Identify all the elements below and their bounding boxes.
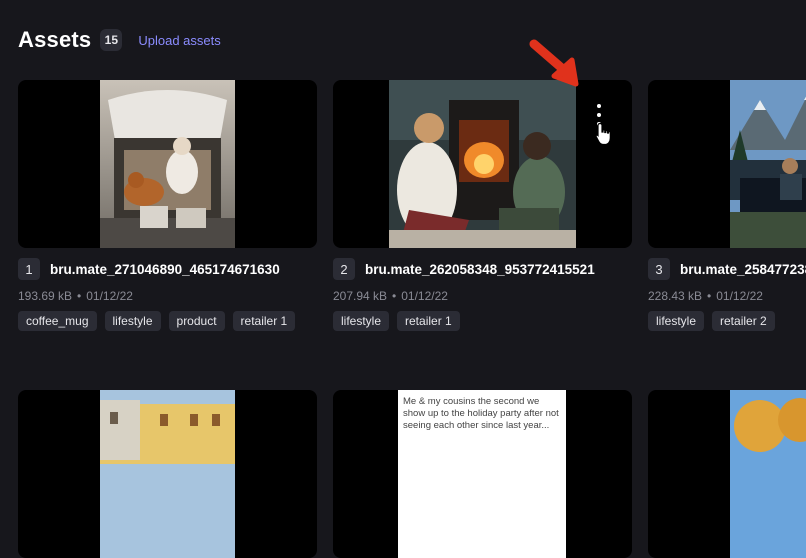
meme-caption: Me & my cousins the second we show up to…	[398, 390, 566, 558]
asset-thumbnail[interactable]	[18, 390, 317, 558]
tag[interactable]: retailer 1	[397, 311, 460, 331]
tag[interactable]: coffee_mug	[18, 311, 97, 331]
asset-index: 1	[18, 258, 40, 280]
tag[interactable]: lifestyle	[648, 311, 705, 331]
meta-separator: •	[77, 289, 82, 303]
asset-name-row: 3 bru.mate_258477238_101583947	[648, 258, 806, 280]
asset-thumbnail[interactable]: Me & my cousins the second we show up to…	[333, 390, 632, 558]
asset-index: 3	[648, 258, 670, 280]
asset-size: 207.94 kB	[333, 289, 388, 303]
asset-size: 193.69 kB	[18, 289, 73, 303]
red-arrow-annotation	[529, 39, 579, 87]
asset-thumbnail[interactable]	[18, 80, 317, 248]
asset-meta: 193.69 kB • 01/12/22	[18, 289, 317, 303]
asset-card-1[interactable]: 1 bru.mate_271046890_465174671630 193.69…	[18, 80, 317, 331]
asset-tags: coffee_mug lifestyle product retailer 1	[18, 311, 317, 331]
asset-meta: 228.43 kB • 01/12/22	[648, 289, 806, 303]
asset-date: 01/12/22	[401, 289, 448, 303]
asset-tags: lifestyle retailer 1	[333, 311, 632, 331]
asset-card-5[interactable]: Me & my cousins the second we show up to…	[333, 390, 632, 558]
asset-card-3[interactable]: 3 bru.mate_258477238_101583947 228.43 kB…	[648, 80, 806, 331]
asset-size: 228.43 kB	[648, 289, 703, 303]
asset-filename[interactable]: bru.mate_262058348_953772415521	[365, 262, 625, 277]
asset-meta: 207.94 kB • 01/12/22	[333, 289, 632, 303]
fireplace-couple-photo	[389, 80, 576, 248]
asset-index: 2	[333, 258, 355, 280]
asset-filename[interactable]: bru.mate_258477238_101583947	[680, 262, 806, 277]
tag[interactable]: lifestyle	[333, 311, 390, 331]
meta-separator: •	[707, 289, 712, 303]
asset-card-4[interactable]	[18, 390, 317, 558]
tag[interactable]: retailer 2	[712, 311, 775, 331]
tag[interactable]: product	[168, 311, 225, 331]
asset-thumbnail[interactable]	[648, 390, 806, 558]
asset-date: 01/12/22	[86, 289, 133, 303]
meme-image: Me & my cousins the second we show up to…	[398, 390, 566, 558]
asset-thumbnail[interactable]	[648, 80, 806, 248]
meta-separator: •	[392, 289, 397, 303]
car-trunk-dog-photo	[100, 80, 235, 248]
asset-card-2[interactable]: 2 bru.mate_262058348_953772415521 207.94…	[333, 80, 632, 331]
assets-header: Assets 15 Upload assets	[18, 24, 221, 56]
asset-name-row: 1 bru.mate_271046890_465174671630	[18, 258, 317, 280]
hand-pointer-icon	[595, 122, 611, 146]
mountain-camping-photo	[730, 80, 806, 248]
asset-count-badge: 15	[100, 29, 123, 51]
asset-name-row: 2 bru.mate_262058348_953772415521	[333, 258, 632, 280]
asset-thumbnail[interactable]	[333, 80, 632, 248]
asset-date: 01/12/22	[716, 289, 763, 303]
asset-card-6[interactable]	[648, 390, 806, 558]
autumn-tree-photo	[730, 390, 806, 558]
tag[interactable]: lifestyle	[104, 311, 161, 331]
page-title: Assets	[18, 27, 92, 52]
asset-tags: lifestyle retailer 2	[648, 311, 806, 331]
tag[interactable]: retailer 1	[232, 311, 296, 331]
asset-filename[interactable]: bru.mate_271046890_465174671630	[50, 262, 310, 277]
upload-assets-link[interactable]: Upload assets	[138, 33, 220, 48]
street-houses-photo	[100, 390, 235, 558]
